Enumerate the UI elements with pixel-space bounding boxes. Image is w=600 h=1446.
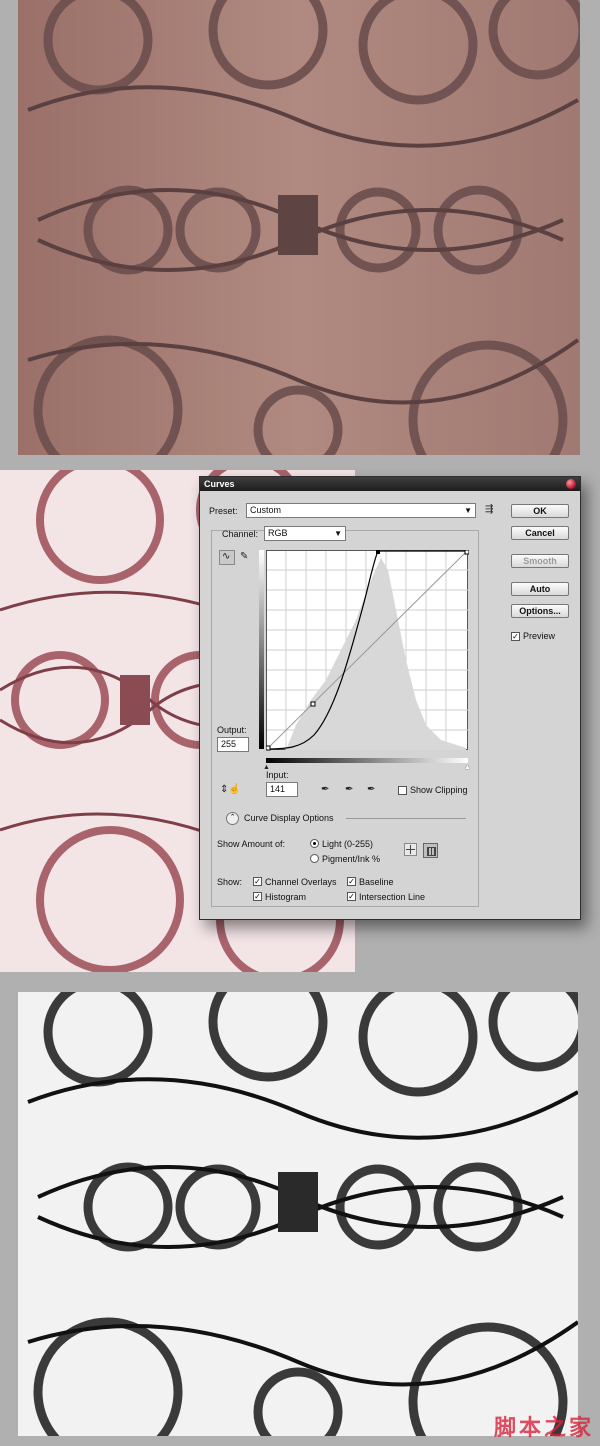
show-amount-label: Show Amount of: [217, 839, 286, 849]
output-label: Output: [217, 725, 247, 735]
curve-point [310, 701, 316, 707]
dialog-title: Curves [204, 479, 235, 489]
simple-grid-icon[interactable] [404, 843, 417, 856]
input-gradient-bar [266, 758, 468, 763]
expand-options-icon[interactable]: ⌃ [226, 812, 239, 825]
pigment-label: Pigment/Ink % [322, 854, 381, 864]
curve-edit-tool[interactable]: ∿ [219, 550, 235, 565]
options-button[interactable]: Options... [511, 604, 569, 618]
output-gradient-bar [259, 550, 264, 749]
curve-display-options-label: Curve Display Options [244, 813, 334, 823]
output-field[interactable]: 255 [217, 737, 249, 752]
original-photo [18, 0, 580, 455]
divider [346, 818, 466, 819]
light-label: Light (0-255) [322, 839, 374, 849]
show-clipping-checkbox[interactable] [398, 786, 407, 795]
auto-button[interactable]: Auto [511, 582, 569, 596]
cancel-button[interactable]: Cancel [511, 526, 569, 540]
preset-label: Preset: [209, 506, 238, 516]
close-icon[interactable] [566, 479, 576, 489]
dialog-titlebar[interactable]: Curves [200, 477, 580, 491]
curve-point [266, 745, 271, 751]
input-label: Input: [266, 770, 289, 780]
show-clipping-label: Show Clipping [410, 785, 468, 795]
watermark-logo: 脚本之家 [493, 1416, 594, 1441]
intersection-line-label: Intersection Line [359, 892, 426, 902]
pencil-icon[interactable]: ✎ [240, 551, 248, 563]
curves-dialog: Curves Preset: Custom ▼ ⇶ Channel: RGB ▼… [199, 476, 581, 920]
intersection-line-checkbox[interactable]: ✓ [347, 892, 356, 901]
chevron-down-icon: ▼ [464, 506, 472, 515]
curve-graph[interactable] [266, 550, 469, 753]
preview-checkbox[interactable]: ✓ [511, 632, 520, 641]
preview-label: Preview [523, 631, 556, 641]
gray-eyedropper-icon[interactable]: ✒ [345, 784, 353, 796]
chevron-down-icon: ▼ [334, 529, 342, 538]
channel-overlays-checkbox[interactable]: ✓ [253, 877, 262, 886]
curve-icon: ∿ [222, 551, 231, 562]
light-radio[interactable] [310, 839, 319, 848]
smooth-button[interactable]: Smooth [511, 554, 569, 568]
histogram-checkbox[interactable]: ✓ [253, 892, 262, 901]
input-field[interactable]: 141 [266, 782, 298, 797]
white-eyedropper-icon[interactable]: ✒ [367, 784, 375, 796]
pigment-radio[interactable] [310, 854, 319, 863]
preset-dropdown[interactable]: Custom ▼ [246, 503, 476, 518]
result-photo [18, 992, 578, 1436]
histogram-label: Histogram [265, 892, 307, 902]
channel-label: Channel: [222, 529, 259, 539]
curve-point [464, 550, 469, 555]
channel-value: RGB [268, 528, 288, 538]
ok-button[interactable]: OK [511, 504, 569, 518]
channel-overlays-label: Channel Overlays [265, 877, 337, 887]
baseline-checkbox[interactable]: ✓ [347, 877, 356, 886]
targeted-adjustment-icon[interactable]: ⇕☝ [220, 784, 241, 796]
detailed-grid-icon[interactable] [423, 843, 438, 858]
preset-options-icon[interactable]: ⇶ [485, 504, 493, 516]
show-label: Show: [217, 877, 243, 887]
channel-dropdown[interactable]: RGB ▼ [264, 526, 346, 541]
white-point-slider-icon[interactable]: ▲ [464, 762, 471, 774]
preset-value: Custom [250, 505, 282, 515]
curve-point [376, 550, 380, 554]
black-eyedropper-icon[interactable]: ✒ [321, 784, 329, 796]
baseline-label: Baseline [359, 877, 394, 887]
